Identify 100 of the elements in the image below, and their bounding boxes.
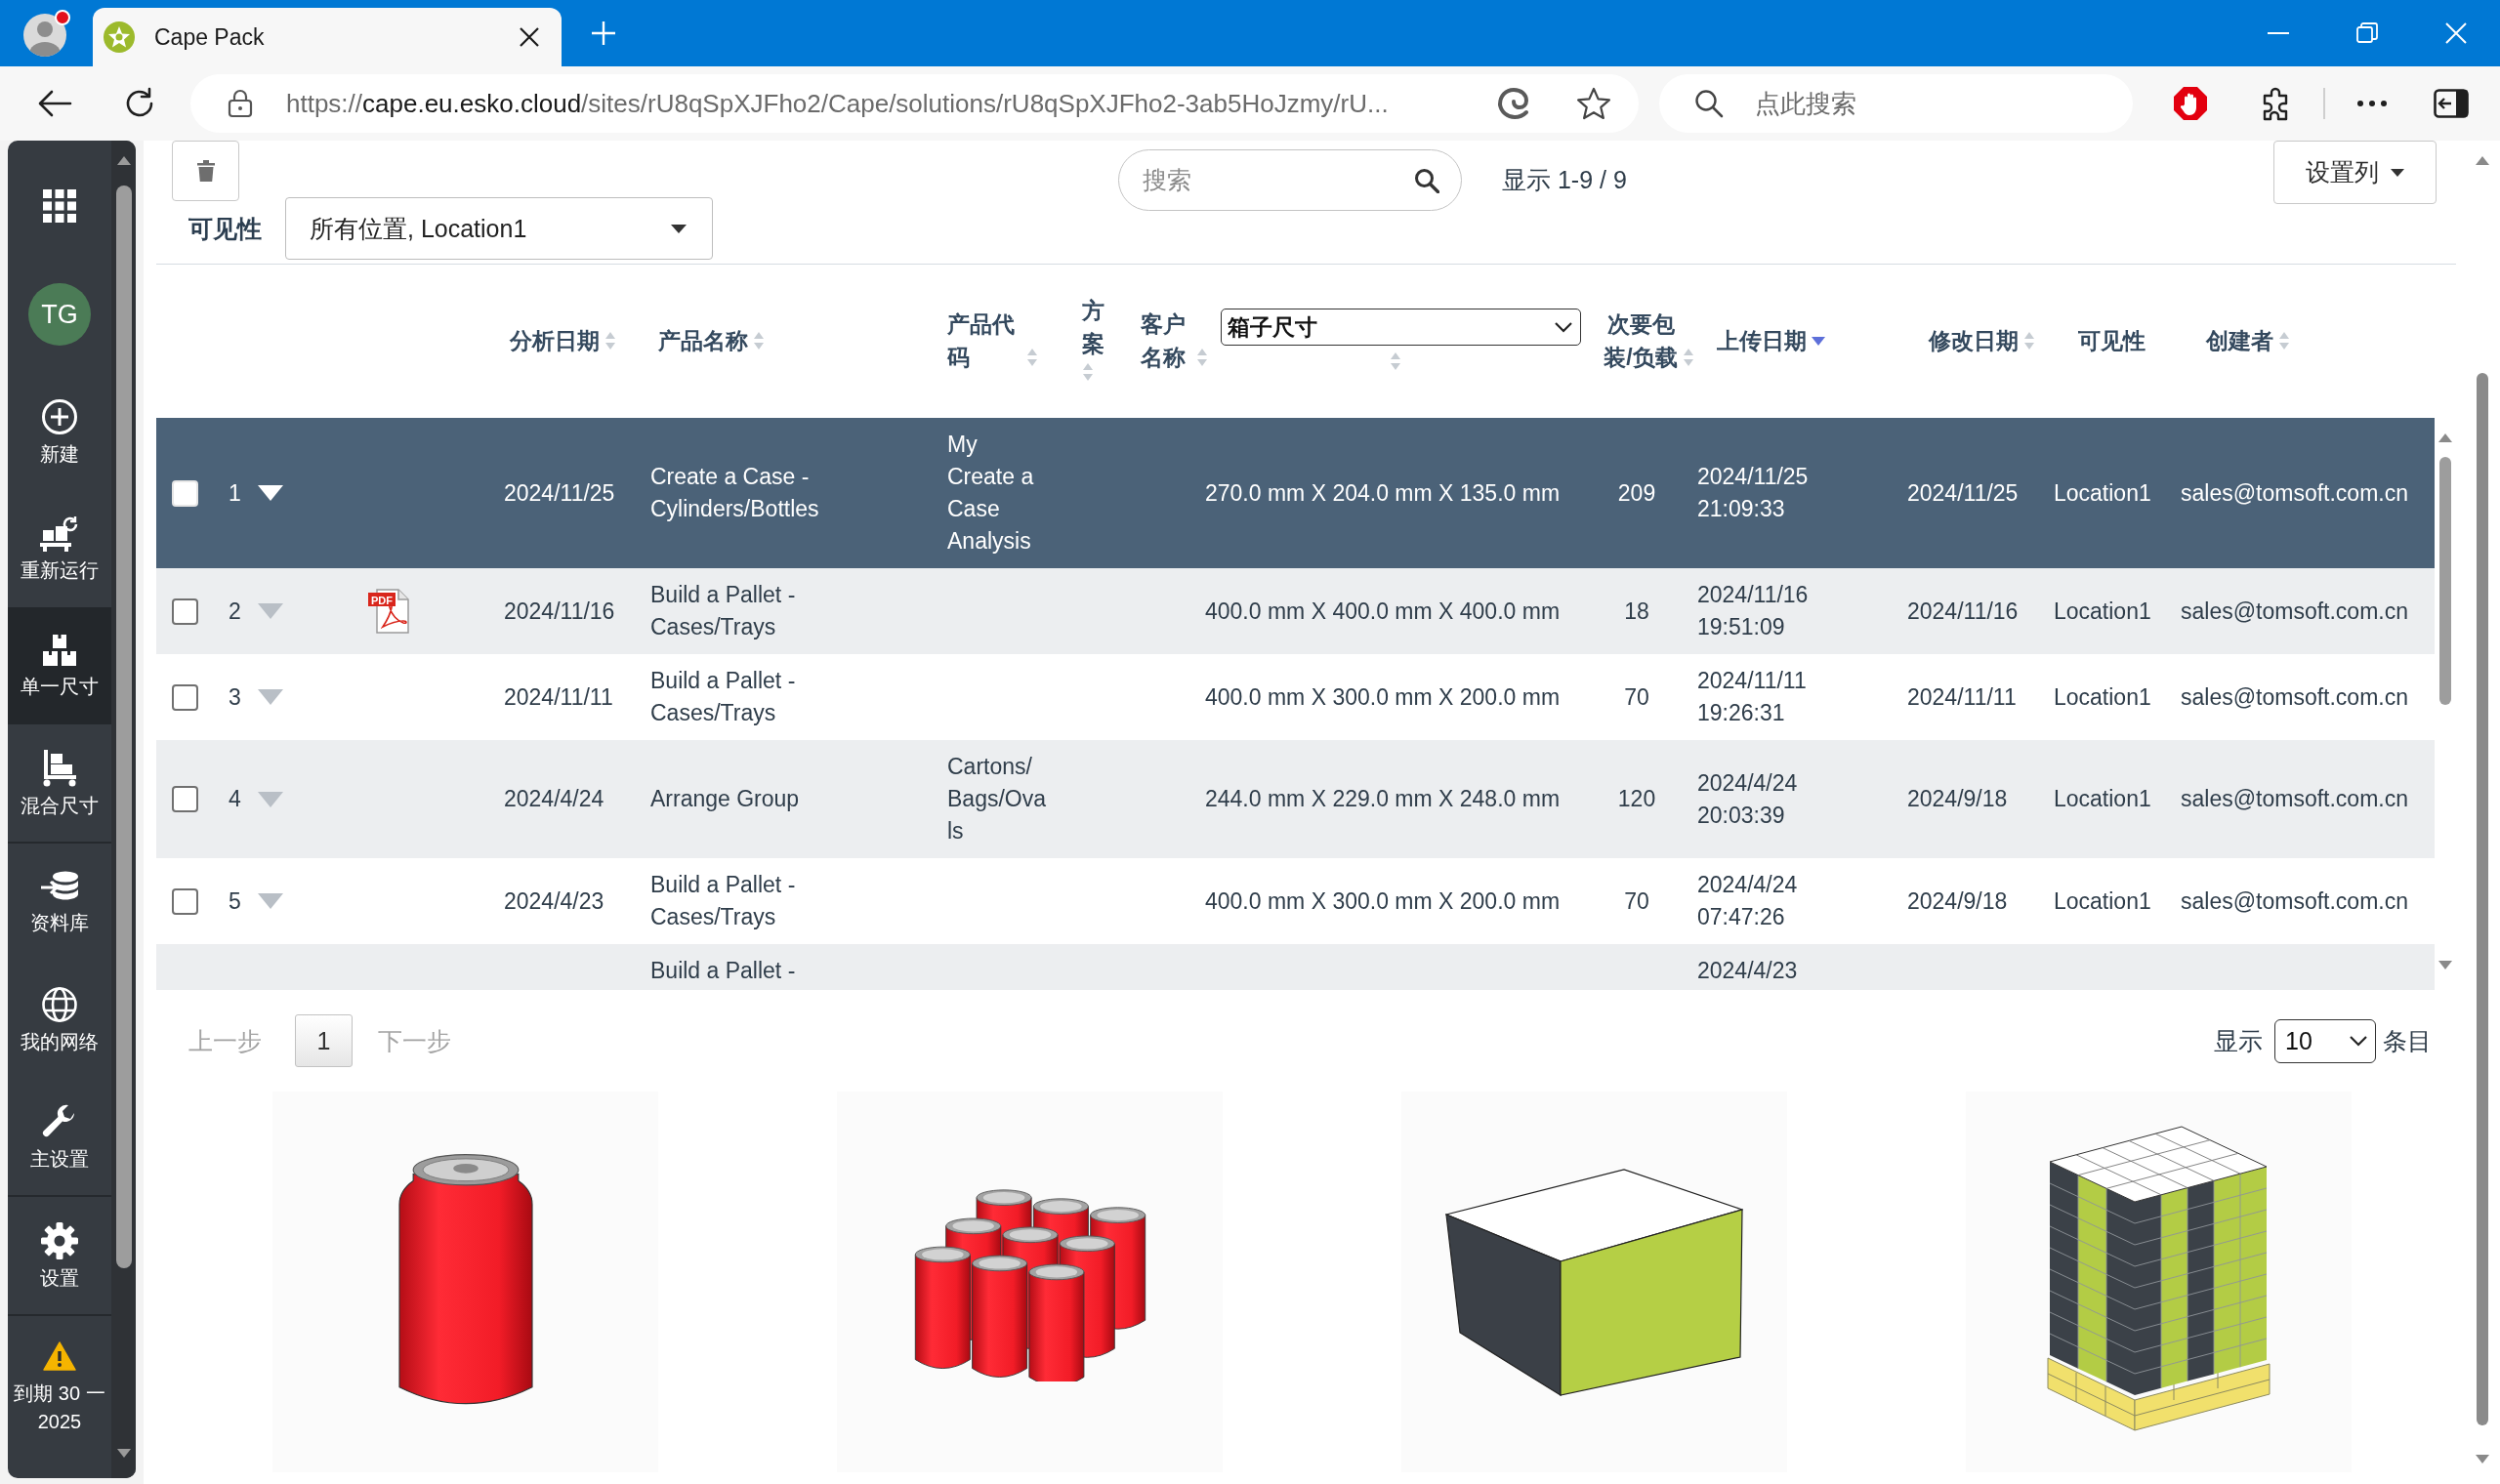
sidebar-item[interactable]: 资料库 <box>8 844 111 961</box>
column-select[interactable]: 箱子尺寸 <box>1220 309 1581 346</box>
sidebar-item[interactable]: 主设置 <box>8 1078 111 1195</box>
scroll-up-icon[interactable] <box>2475 156 2489 165</box>
boxes-refresh-icon <box>40 515 79 552</box>
more-icon[interactable] <box>2356 100 2388 107</box>
modified-date: 2024/9/18 <box>1907 785 2008 813</box>
sidebar-item[interactable]: 单一尺寸 <box>8 607 111 724</box>
scrollbar-thumb[interactable] <box>2476 373 2488 1425</box>
column-header[interactable]: 创建者 <box>2206 324 2273 357</box>
chevron-icon <box>1554 321 1572 333</box>
url-text[interactable]: https://cape.eu.esko.cloud/sites/rU8qSpXJFho2/Cape/solutions/rU8qSpXJFho2-3ab5HoJzmy/rU... <box>286 88 1389 119</box>
table-row[interactable]: Build a Pallet - 2024/4/23 <box>156 944 2435 990</box>
upload-date: 2024/11/16 19:51:09 <box>1697 581 1810 641</box>
new-tab-icon[interactable] <box>591 21 616 46</box>
creator-email: sales@tomsoft.com.cn <box>2181 785 2408 813</box>
apps-grid-icon[interactable] <box>43 189 76 223</box>
row-checkbox[interactable] <box>172 683 198 711</box>
table-row[interactable]: 2 PDF 2024/11/16 Build a Pallet - Cases/Trays 400.0 mm X 400.0 mm X 400.0 mm 18 2024/11/16 19:51:09 2024/11/16 Location1 sales@tomsoft.com.cn <box>156 568 2435 654</box>
product-name: Arrange Group <box>650 785 800 813</box>
column-header[interactable]: 次要包装/负载 <box>1604 308 1678 374</box>
sidebar-item[interactable]: 我的网络 <box>8 961 111 1078</box>
scroll-down-icon[interactable] <box>2438 961 2452 969</box>
row-number: 1 <box>229 478 241 508</box>
preview-panel[interactable] <box>837 1092 1223 1472</box>
table-row[interactable]: 4 2024/4/24 Arrange Group Cartons/Bags/Ovals 244.0 mm X 229.0 mm X 248.0 mm 120 2024/4/24 20:03:39 2024/9/18 Location1 sales@tomsoft.com.cn <box>156 740 2435 858</box>
column-header[interactable]: 方案 <box>1082 293 1109 360</box>
secondary-pack-count: 18 <box>1624 597 1649 626</box>
column-header[interactable]: 产品代码 <box>947 308 1021 374</box>
visibility-text: Location1 <box>2054 478 2151 508</box>
product-code: Cartons/Bags/Ovals <box>947 753 1047 845</box>
analysis-date: 2024/4/23 <box>504 886 604 916</box>
profile-avatar-icon[interactable] <box>21 8 72 59</box>
upload-date: 2024/4/24 20:03:39 <box>1697 768 1799 830</box>
boxes-icon <box>41 634 78 668</box>
page-button[interactable]: 1 <box>295 1014 353 1067</box>
sidebar-item[interactable]: 新建 <box>8 373 111 490</box>
user-avatar[interactable]: TG <box>28 283 91 346</box>
column-header[interactable]: 上传日期 <box>1717 324 1807 357</box>
scrollbar-thumb[interactable] <box>2439 457 2451 705</box>
page-size-suffix: 条目 <box>2383 1025 2432 1056</box>
modified-date: 2024/11/16 <box>1907 597 2019 626</box>
secondary-pack-count: 209 <box>1617 478 1656 508</box>
column-header[interactable]: 修改日期 <box>1929 324 2019 357</box>
boxes-dolly-icon <box>41 749 78 787</box>
preview-panel[interactable] <box>1966 1092 2352 1472</box>
scroll-down-icon[interactable] <box>2475 1455 2489 1463</box>
secondary-pack-count: 70 <box>1624 682 1649 712</box>
case-size: 244.0 mm X 229.0 mm X 248.0 mm <box>1205 785 1561 813</box>
scroll-down-icon[interactable] <box>116 1449 131 1458</box>
minimize-icon[interactable] <box>2267 31 2289 35</box>
chevron-icon <box>2350 1035 2367 1047</box>
table-row[interactable]: 1 2024/11/25 Create a Case - Cylinders/Bottles My Create a Case Analysis 270.0 mm X 204.0 mm X 135.0 mm 209 2024/11/25 21:09:33 2024/11/25 Location1 sales@tomsoft.com.cn <box>156 418 2435 568</box>
scroll-up-icon[interactable] <box>116 156 131 165</box>
modified-date: 2024/11/25 <box>1907 478 2019 508</box>
scrollbar[interactable] <box>111 141 136 1478</box>
column-header[interactable]: 分析日期 <box>510 324 600 357</box>
caret-icon <box>2391 168 2404 177</box>
row-checkbox[interactable] <box>172 786 198 812</box>
swirl-icon[interactable] <box>1496 86 1531 121</box>
page-size-select[interactable]: 10 <box>2274 1018 2376 1063</box>
search-icon <box>1414 167 1439 193</box>
visibility-dropdown[interactable]: 所有位置, Location1 <box>285 197 713 260</box>
sort-descending-icon[interactable] <box>1812 336 1825 346</box>
column-header[interactable]: 客户名称 <box>1141 308 1191 374</box>
sidebar-item[interactable]: 设置 <box>8 1197 111 1314</box>
back-icon[interactable] <box>37 88 72 119</box>
row-checkbox[interactable] <box>172 887 198 915</box>
close-icon[interactable] <box>519 26 540 48</box>
expiry-notice: 到期 30 一 2025 <box>13 1381 106 1434</box>
visibility-text: Location1 <box>2054 682 2151 712</box>
globe-icon <box>41 985 78 1023</box>
case-size: 400.0 mm X 300.0 mm X 200.0 mm <box>1205 886 1561 916</box>
product-code: My Create a Case Analysis <box>947 431 1035 556</box>
row-checkbox[interactable] <box>172 598 198 625</box>
scrollbar[interactable] <box>2464 141 2500 1484</box>
caret-icon[interactable] <box>257 485 283 501</box>
case-size: 270.0 mm X 204.0 mm X 135.0 mm <box>1205 478 1561 508</box>
stop-hand-icon[interactable] <box>2173 86 2208 121</box>
preview-panel[interactable] <box>1401 1092 1787 1472</box>
case-size: 400.0 mm X 300.0 mm X 200.0 mm <box>1205 682 1561 712</box>
column-settings-button[interactable]: 设置列 <box>2273 141 2437 204</box>
settings-icon <box>41 1221 78 1259</box>
address-bar[interactable]: https://cape.eu.esko.cloud/sites/rU8qSpXJFho2/Cape/solutions/rU8qSpXJFho2-3ab5HoJzmy/rU... <box>190 74 1639 133</box>
sidebar-item[interactable]: 混合尺寸 <box>8 724 111 842</box>
delete-button[interactable] <box>172 141 239 201</box>
star-icon[interactable] <box>1576 87 1611 120</box>
row-number: 3 <box>229 682 241 712</box>
upload-date: 2024/11/25 21:09:33 <box>1697 463 1810 523</box>
scrollbar-thumb[interactable] <box>115 186 132 1268</box>
visibility-text: Location1 <box>2054 785 2151 813</box>
restore-icon[interactable] <box>2355 22 2378 44</box>
column-header[interactable]: 产品名称 <box>658 324 748 357</box>
preview-panel[interactable] <box>272 1092 658 1472</box>
product-name: Build a Pallet - Cases/Trays <box>650 871 797 931</box>
panel-toggle-icon[interactable] <box>2434 89 2469 118</box>
sidebar-item[interactable]: 重新运行 <box>8 490 111 607</box>
browser-tab[interactable]: Cape Pack <box>93 8 562 66</box>
scroll-up-icon[interactable] <box>2438 433 2452 442</box>
browser-search-field[interactable]: 点此搜索 <box>1659 74 2133 133</box>
